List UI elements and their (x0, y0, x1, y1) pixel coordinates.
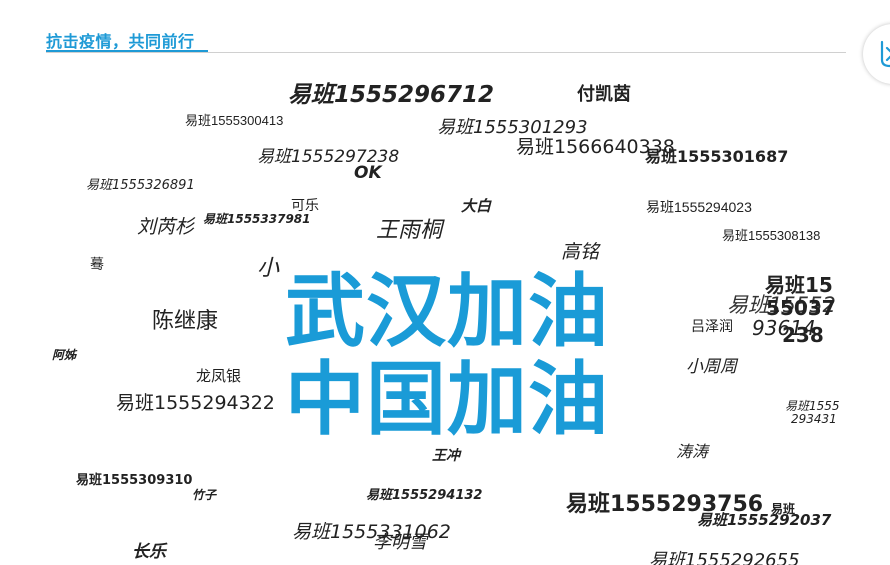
header-divider (46, 52, 846, 53)
cloud-word: 龙凤银 (196, 367, 242, 385)
cloud-word: 易班1555294132 (366, 488, 483, 503)
cloud-word: 易班1555292655 (649, 550, 800, 565)
cloud-word: 小周周 (686, 357, 737, 377)
banner-line-china: 中国加油 (285, 353, 609, 446)
cloud-word: 王雨桐 (376, 218, 443, 243)
page-title: 抗击疫情，共同前行 (46, 32, 195, 51)
cloud-word: 长乐 (132, 542, 166, 562)
cloud-word: 55037 (766, 296, 836, 320)
cloud-word: 易班1555296712 (288, 82, 495, 108)
cloud-word: 付凯茵 (577, 84, 631, 105)
cloud-word: 竹子 (192, 488, 217, 502)
cloud-word: 易班1555309310 (76, 473, 193, 488)
banner-line-wuhan: 武汉加油 (285, 265, 609, 358)
cloud-word: 238 (782, 323, 824, 347)
cloud-word: 易班1555301687 (645, 147, 789, 166)
cloud-word: 293431 (791, 412, 837, 426)
cloud-word: 大白 (461, 197, 492, 215)
word-cloud-page: 抗击疫情，共同前行 易班1555296712 付凯茵 易班1555300413 … (0, 0, 890, 565)
share-icon (880, 40, 890, 68)
cloud-word: 易班15 (765, 273, 833, 297)
cloud-word: 易班1555292037 (697, 511, 832, 529)
cloud-word: 李明雪 (373, 532, 427, 553)
cloud-word: 王冲 (432, 448, 460, 464)
cloud-word: 易班1555326891 (86, 178, 195, 193)
cloud-word: 可乐 (291, 198, 319, 214)
cloud-word: 阿姊 (52, 348, 77, 362)
cloud-word: 涛涛 (676, 442, 709, 461)
cloud-word: 易班1555300413 (185, 113, 284, 128)
cloud-word: 易班1555301293 (437, 117, 588, 138)
share-button[interactable] (863, 24, 890, 84)
cloud-word: 易班1555294023 (646, 199, 752, 215)
cloud-word: 高铭 (561, 241, 600, 263)
cloud-word: 蓦 (90, 257, 104, 273)
cloud-word: 易班1555337981 (203, 212, 311, 226)
cloud-word: 易班1555 (785, 399, 840, 413)
cloud-word: 刘芮杉 (137, 216, 195, 238)
cloud-word: OK (354, 163, 382, 183)
cloud-word: 陈继康 (152, 309, 219, 334)
cloud-word: 易班1555294322 (116, 392, 275, 414)
cloud-word: 吕泽润 (691, 319, 733, 335)
cloud-word: 易班1555331062 (292, 521, 451, 543)
cloud-word: 小 (257, 256, 280, 281)
cloud-word: 易班1555308138 (722, 228, 821, 243)
